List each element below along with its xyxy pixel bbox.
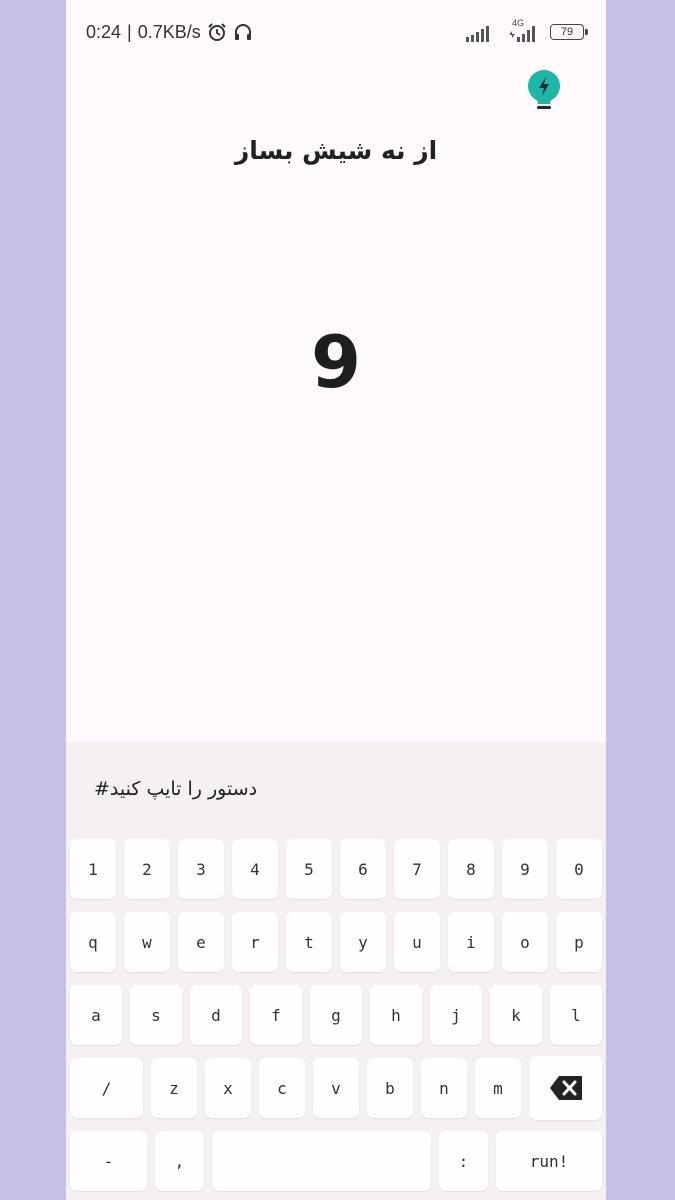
key-d[interactable]: d <box>190 985 242 1045</box>
key-slash[interactable]: / <box>70 1058 143 1118</box>
key-t[interactable]: t <box>286 912 332 972</box>
status-separator: | <box>127 21 132 42</box>
key-1[interactable]: 1 <box>70 839 116 899</box>
space-key[interactable] <box>212 1131 431 1191</box>
key-4[interactable]: 4 <box>232 839 278 899</box>
key-2[interactable]: 2 <box>124 839 170 899</box>
key-l[interactable]: l <box>550 985 602 1045</box>
key-6[interactable]: 6 <box>340 839 386 899</box>
key-u[interactable]: u <box>394 912 440 972</box>
key-f[interactable]: f <box>250 985 302 1045</box>
key-v[interactable]: v <box>313 1058 359 1118</box>
key-3[interactable]: 3 <box>178 839 224 899</box>
key-b[interactable]: b <box>367 1058 413 1118</box>
key-colon[interactable]: : <box>439 1131 488 1191</box>
key-e[interactable]: e <box>178 912 224 972</box>
key-i[interactable]: i <box>448 912 494 972</box>
phone-screen: 0:24 | 0.7KB/s 4G 79 از نه شیش بساز 9 دس… <box>66 0 606 1200</box>
lightbulb-bolt-icon[interactable] <box>524 68 564 114</box>
key-s[interactable]: s <box>130 985 182 1045</box>
key-7[interactable]: 7 <box>394 839 440 899</box>
key-n[interactable]: n <box>421 1058 467 1118</box>
key-q[interactable]: q <box>70 912 116 972</box>
key-m[interactable]: m <box>475 1058 521 1118</box>
key-8[interactable]: 8 <box>448 839 494 899</box>
key-o[interactable]: o <box>502 912 548 972</box>
headphones-icon <box>233 22 253 42</box>
keyboard: 1 2 3 4 5 6 7 8 9 0 q w e r t y u i o p … <box>66 832 606 1200</box>
command-panel <box>66 742 606 832</box>
status-bar: 0:24 | 0.7KB/s 4G 79 <box>66 0 606 64</box>
battery-level: 79 <box>560 26 574 38</box>
key-k[interactable]: k <box>490 985 542 1045</box>
battery-icon: 79 <box>550 24 588 40</box>
key-z[interactable]: z <box>151 1058 197 1118</box>
key-5[interactable]: 5 <box>286 839 332 899</box>
backspace-key[interactable] <box>529 1056 602 1120</box>
key-y[interactable]: y <box>340 912 386 972</box>
key-w[interactable]: w <box>124 912 170 972</box>
run-button[interactable]: run! <box>496 1131 602 1191</box>
key-p[interactable]: p <box>556 912 602 972</box>
key-h[interactable]: h <box>370 985 422 1045</box>
key-dash[interactable]: - <box>70 1131 147 1191</box>
cell-signal-icon <box>466 20 500 44</box>
key-comma[interactable]: , <box>155 1131 204 1191</box>
alarm-clock-icon <box>207 22 227 42</box>
backspace-icon <box>549 1075 583 1101</box>
key-9[interactable]: 9 <box>502 839 548 899</box>
status-time: 0:24 <box>86 21 122 42</box>
key-x[interactable]: x <box>205 1058 251 1118</box>
key-a[interactable]: a <box>70 985 122 1045</box>
key-g[interactable]: g <box>310 985 362 1045</box>
status-left: 0:24 | 0.7KB/s <box>86 20 253 44</box>
puzzle-number: 9 <box>310 320 362 404</box>
status-speed: 0.7KB/s <box>137 21 201 42</box>
key-r[interactable]: r <box>232 912 278 972</box>
cell-signal-icon-secondary: 4G <box>508 18 542 44</box>
key-j[interactable]: j <box>430 985 482 1045</box>
command-input[interactable] <box>94 772 574 806</box>
puzzle-title: از نه شیش بساز <box>234 136 438 165</box>
key-c[interactable]: c <box>259 1058 305 1118</box>
status-right: 4G 79 <box>466 18 588 44</box>
key-0[interactable]: 0 <box>556 839 602 899</box>
